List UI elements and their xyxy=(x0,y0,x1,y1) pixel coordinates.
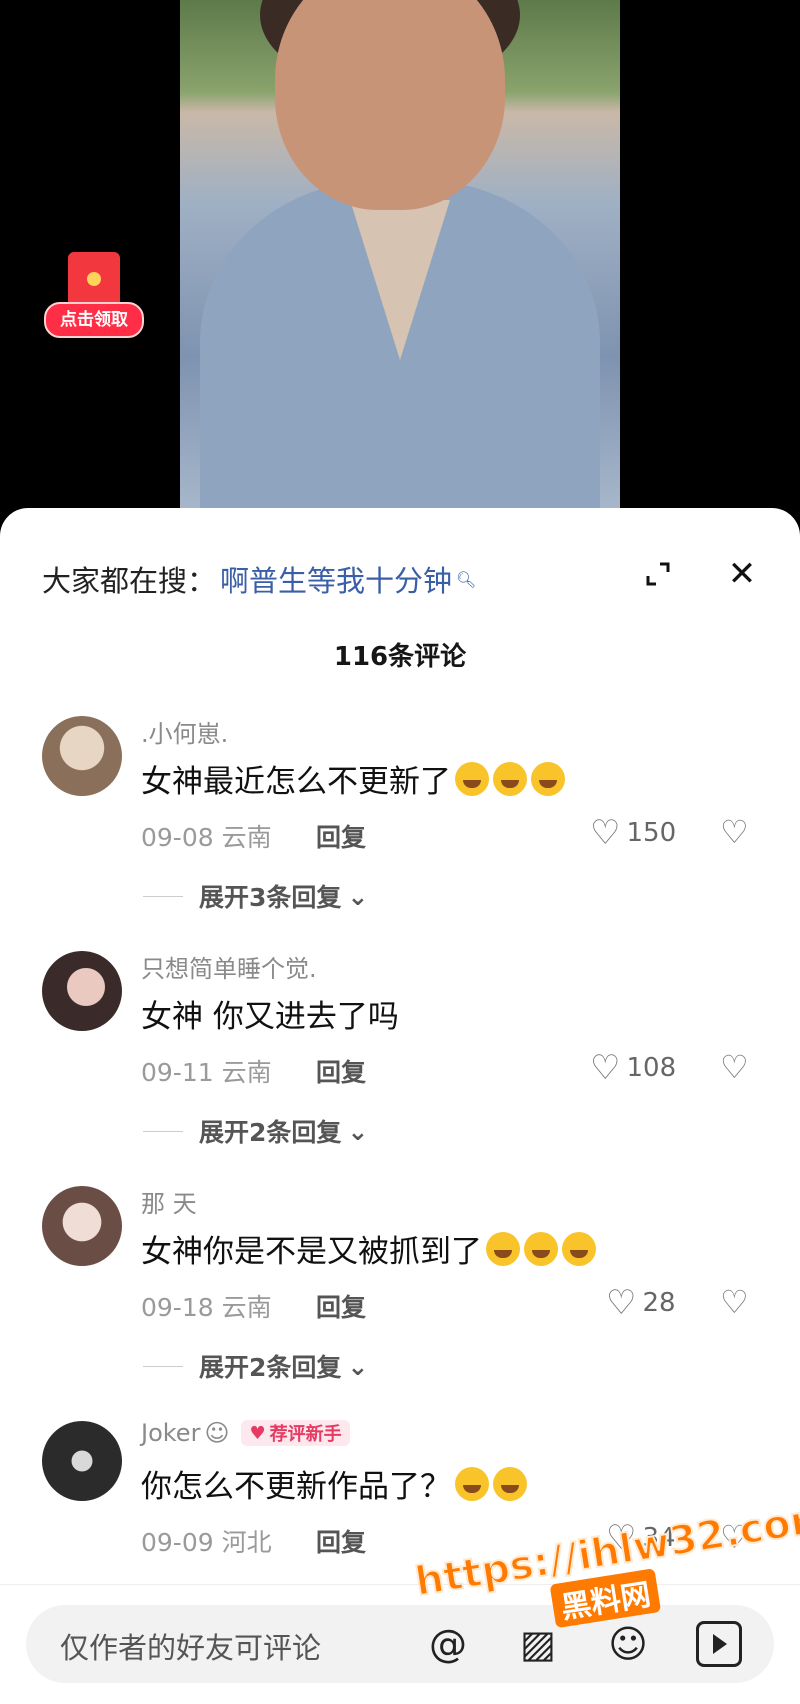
video-area[interactable]: 点击领取 xyxy=(0,0,800,520)
comment-text: 女神最近怎么不更新了 xyxy=(141,756,565,801)
sobbing-emoji-icon xyxy=(524,1231,558,1266)
comment-username[interactable]: Joker ☺ ♥ 荐评新手 xyxy=(141,1419,350,1447)
broken-heart-icon[interactable]: ♡ xyxy=(720,816,749,848)
reply-button[interactable]: 回复 xyxy=(316,1053,366,1089)
divider xyxy=(143,895,183,897)
comment-item: 那 天 女神你是不是又被抓到了 09-18 云南 回复 ♡ 28 ♡ 展开2条回复… xyxy=(0,1186,800,1421)
avatar[interactable] xyxy=(42,951,122,1031)
comment-username[interactable]: 只想简单睡个觉. xyxy=(141,949,317,984)
heart-badge-icon: ♥ xyxy=(249,1422,266,1444)
red-packet-button[interactable]: 点击领取 xyxy=(44,252,144,342)
comment-meta: 09-11 云南 xyxy=(141,1058,272,1087)
comment-item: .小何崽. 女神最近怎么不更新了 09-08 云南 回复 ♡ 150 ♡ 展开3条… xyxy=(0,716,800,951)
comment-input[interactable]: 仅作者的好友可评论 @ ▨ ☺ xyxy=(26,1605,774,1683)
expand-replies-button[interactable]: 展开2条回复 ⌄ xyxy=(143,1113,368,1149)
heart-icon: ♡ xyxy=(590,813,621,853)
sobbing-emoji-icon xyxy=(486,1231,520,1266)
video-subject-face xyxy=(275,0,505,210)
comment-text: 女神 你又进去了吗 xyxy=(141,999,399,1035)
comment-meta: 09-08 云南 xyxy=(141,823,272,852)
expand-icon[interactable] xyxy=(640,556,676,592)
crying-emoji-icon xyxy=(531,761,565,796)
crying-emoji-icon xyxy=(493,761,527,796)
crying-emoji-icon xyxy=(455,761,489,796)
divider xyxy=(143,1365,183,1367)
divider xyxy=(143,1130,183,1132)
expand-replies-button[interactable]: 展开2条回复 ⌄ xyxy=(143,1348,368,1384)
heart-icon: ♡ xyxy=(606,1283,637,1323)
chevron-down-icon: ⌄ xyxy=(347,1351,369,1381)
avatar[interactable] xyxy=(42,1421,122,1501)
heart-icon: ♡ xyxy=(590,1048,621,1088)
trending-search-term[interactable]: 啊普生等我十分钟 xyxy=(220,558,452,600)
like-button[interactable]: ♡ 28 xyxy=(606,1286,676,1320)
emoji-icon[interactable]: ☺ xyxy=(606,1622,650,1666)
broken-heart-icon[interactable]: ♡ xyxy=(720,1051,749,1083)
chevron-down-icon: ⌄ xyxy=(347,1116,369,1146)
chevron-down-icon: ⌄ xyxy=(347,881,369,911)
avatar[interactable] xyxy=(42,716,122,796)
sobbing-emoji-icon xyxy=(562,1231,596,1266)
trending-search-lead: 大家都在搜： xyxy=(42,564,217,598)
trending-search[interactable]: 大家都在搜： 啊普生等我十分钟 🔍︎ xyxy=(42,554,476,604)
reply-button[interactable]: 回复 xyxy=(316,818,366,854)
like-button[interactable]: ♡ 150 xyxy=(590,816,676,850)
play-icon[interactable] xyxy=(696,1621,742,1667)
mention-icon[interactable]: @ xyxy=(426,1622,470,1666)
shocked-emoji-icon xyxy=(455,1466,489,1501)
comment-input-bar: 仅作者的好友可评论 @ ▨ ☺ xyxy=(0,1584,800,1704)
comment-text: 女神你是不是又被抓到了 xyxy=(141,1226,596,1271)
shocked-emoji-icon xyxy=(493,1466,527,1501)
comment-username[interactable]: 那 天 xyxy=(141,1184,197,1219)
red-packet-label: 点击领取 xyxy=(44,302,144,338)
comment-meta: 09-09 河北 xyxy=(141,1528,272,1557)
comment-count-title: 116条评论 xyxy=(333,642,467,672)
close-icon[interactable]: ✕ xyxy=(722,554,762,594)
video-frame[interactable] xyxy=(180,0,620,510)
comment-text: 你怎么不更新作品了？ xyxy=(141,1461,527,1506)
reply-button[interactable]: 回复 xyxy=(316,1288,366,1324)
comment-item: 只想简单睡个觉. 女神 你又进去了吗 09-11 云南 回复 ♡ 108 ♡ 展开… xyxy=(0,951,800,1186)
clown-emoji-icon: ☺ xyxy=(204,1419,230,1447)
comment-meta: 09-18 云南 xyxy=(141,1293,272,1322)
broken-heart-icon[interactable]: ♡ xyxy=(720,1286,749,1318)
search-icon: 🔍︎ xyxy=(456,569,477,589)
badge: ♥ 荐评新手 xyxy=(241,1420,350,1446)
image-icon[interactable]: ▨ xyxy=(516,1622,560,1666)
comment-input-placeholder: 仅作者的好友可评论 xyxy=(60,1631,322,1665)
reply-button[interactable]: 回复 xyxy=(316,1523,366,1559)
avatar[interactable] xyxy=(42,1186,122,1266)
comment-username[interactable]: .小何崽. xyxy=(141,714,228,749)
like-button[interactable]: ♡ 108 xyxy=(590,1051,676,1085)
expand-replies-button[interactable]: 展开3条回复 ⌄ xyxy=(143,878,368,914)
